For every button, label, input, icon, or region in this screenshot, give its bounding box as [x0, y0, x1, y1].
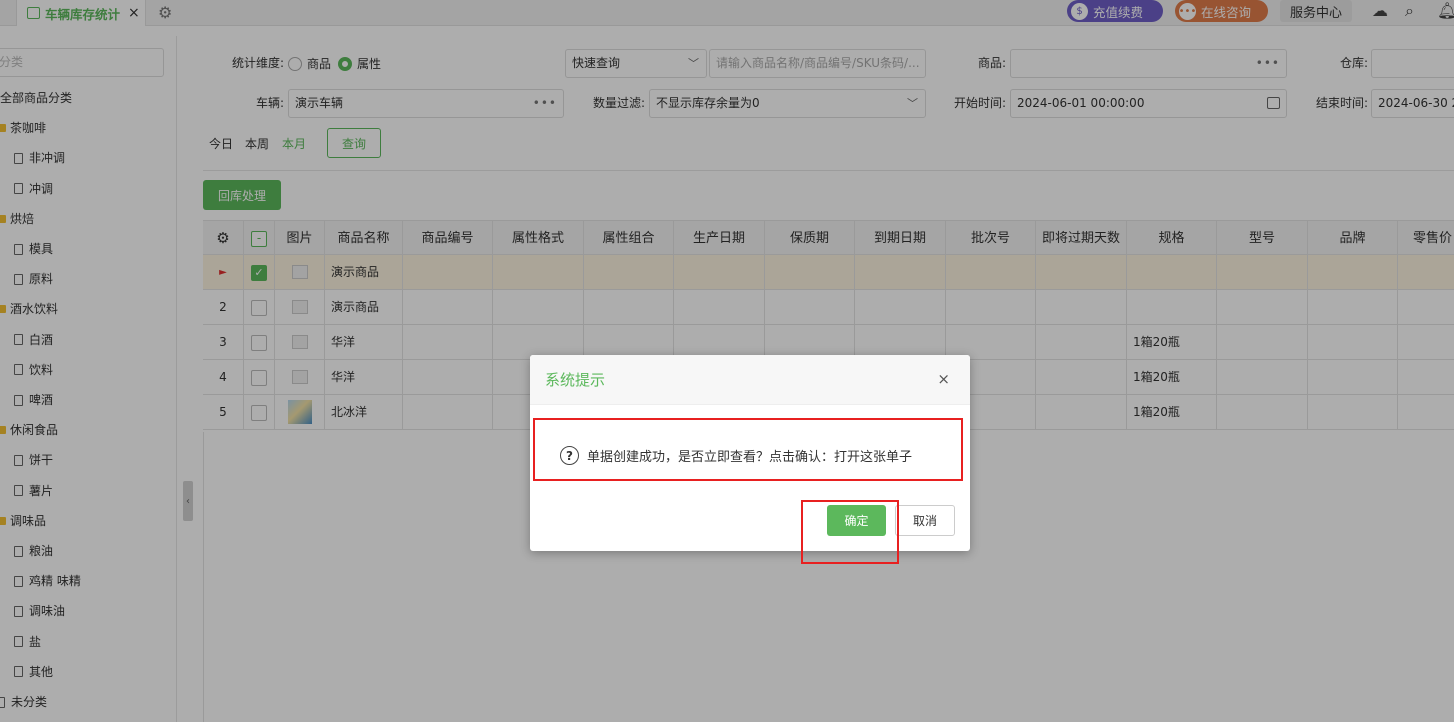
dialog-title: 系统提示: [545, 371, 606, 389]
close-icon[interactable]: ×: [937, 370, 950, 388]
confirm-highlight-box: [801, 500, 899, 564]
dialog-header: 系统提示 ×: [530, 355, 970, 405]
cancel-button[interactable]: 取消: [895, 505, 955, 536]
message-highlight-box: [533, 418, 963, 481]
